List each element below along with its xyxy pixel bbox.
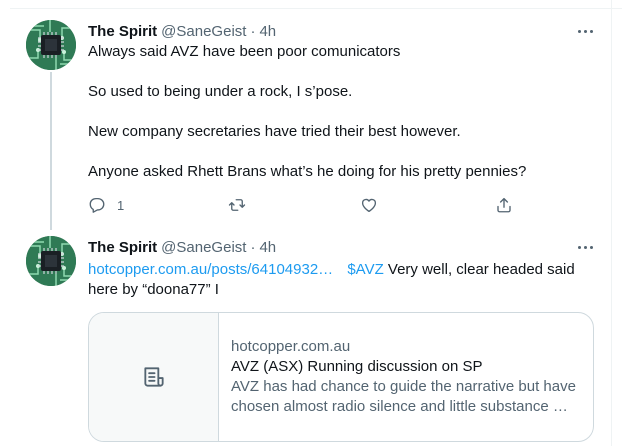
tweet-text-line: New company secretaries have tried their… bbox=[88, 123, 461, 140]
tweet-text: Very well, clear headed said bbox=[383, 261, 575, 278]
user-handle[interactable]: @SaneGeist bbox=[161, 23, 246, 40]
reply-button[interactable]: 1 bbox=[88, 196, 124, 214]
card-description: AVZ has had chance to guide the narrativ… bbox=[231, 378, 576, 395]
tweet-text-line: hotcopper.com.au/posts/64104932… $AVZ Ve… bbox=[88, 260, 575, 280]
separator-dot: · bbox=[250, 22, 256, 40]
divider bbox=[10, 8, 622, 9]
tweet-header: The Spirit @SaneGeist · 4h bbox=[88, 237, 276, 257]
cashtag-link[interactable]: $AVZ bbox=[347, 261, 383, 278]
reply-count: 1 bbox=[117, 197, 125, 213]
timestamp[interactable]: 4h bbox=[259, 239, 276, 256]
card-thumbnail bbox=[89, 313, 219, 441]
retweet-icon bbox=[228, 199, 246, 211]
tweet-thread: The Spirit @SaneGeist · 4h Always said A… bbox=[0, 0, 622, 446]
more-dots-icon bbox=[589, 29, 593, 33]
like-icon bbox=[361, 198, 377, 213]
circuit-chip-avatar-icon bbox=[26, 20, 76, 70]
timestamp[interactable]: 4h bbox=[259, 23, 276, 40]
more-dots-icon bbox=[577, 29, 581, 33]
card-text: hotcopper.com.au AVZ (ASX) Running discu… bbox=[231, 337, 581, 417]
separator-dot: · bbox=[250, 238, 256, 256]
reply-icon bbox=[89, 197, 105, 213]
more-dots-icon bbox=[583, 29, 587, 33]
more-dots-icon bbox=[589, 245, 593, 249]
user-handle[interactable]: @SaneGeist bbox=[161, 239, 246, 256]
circuit-chip-avatar-icon bbox=[26, 236, 76, 286]
display-name[interactable]: The Spirit bbox=[88, 239, 157, 256]
article-icon bbox=[143, 367, 164, 387]
like-button[interactable] bbox=[360, 196, 378, 214]
retweet-button[interactable] bbox=[228, 196, 246, 214]
share-icon bbox=[497, 197, 511, 213]
thread-connector bbox=[50, 72, 52, 230]
card-domain: hotcopper.com.au bbox=[231, 338, 351, 355]
post-link[interactable]: hotcopper.com.au/posts/64104932… bbox=[88, 261, 333, 278]
more-options-button[interactable] bbox=[572, 21, 598, 41]
display-name[interactable]: The Spirit bbox=[88, 23, 157, 40]
share-button[interactable] bbox=[495, 196, 513, 214]
tweet-text-line: So used to being under a rock, I s’pose. bbox=[88, 83, 353, 100]
tweet-text-line: Anyone asked Rhett Brans what’s he doing… bbox=[88, 163, 527, 180]
divider bbox=[611, 0, 612, 446]
more-dots-icon bbox=[577, 245, 581, 249]
more-options-button[interactable] bbox=[572, 237, 598, 257]
card-description: chosen almost radio silence and little s… bbox=[231, 398, 568, 415]
avatar[interactable] bbox=[26, 236, 76, 286]
tweet-header: The Spirit @SaneGeist · 4h bbox=[88, 21, 276, 41]
avatar[interactable] bbox=[26, 20, 76, 70]
more-dots-icon bbox=[583, 245, 587, 249]
tweet-text-line: here by “doona77” I bbox=[88, 281, 219, 298]
tweet-text-line: Always said AVZ have been poor comunicat… bbox=[88, 43, 401, 60]
link-preview-card[interactable]: hotcopper.com.au AVZ (ASX) Running discu… bbox=[88, 312, 594, 442]
card-title: AVZ (ASX) Running discussion on SP bbox=[231, 358, 483, 375]
